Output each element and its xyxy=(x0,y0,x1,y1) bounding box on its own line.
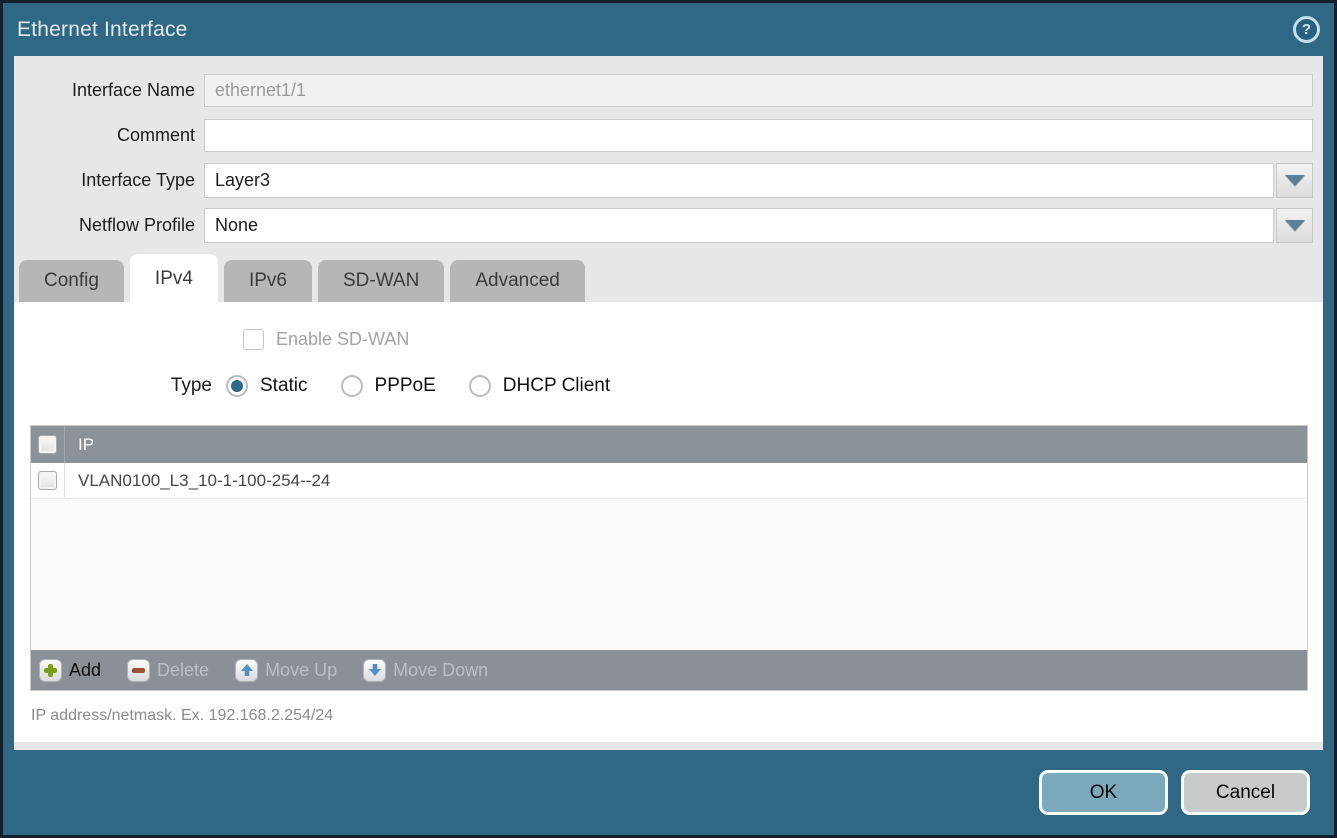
form-row-comment: Comment xyxy=(14,113,1323,158)
enable-sdwan-checkbox xyxy=(243,329,264,350)
type-row: Type Static PPPoE DHCP Client xyxy=(14,375,1323,397)
ip-column-header: IP xyxy=(65,435,94,455)
radio-static[interactable] xyxy=(226,375,248,397)
ip-table: IP VLAN0100_L3_10-1-100-254--24 Add xyxy=(30,425,1308,691)
add-button[interactable]: Add xyxy=(39,659,101,682)
ethernet-interface-dialog: Ethernet Interface ? Interface Name Comm… xyxy=(0,0,1337,838)
table-toolbar: Add Delete Move Up xyxy=(31,650,1307,690)
interface-name-label: Interface Name xyxy=(14,80,204,101)
comment-label: Comment xyxy=(14,125,204,146)
radio-option-dhcp-client[interactable]: DHCP Client xyxy=(469,375,610,397)
cancel-button[interactable]: Cancel xyxy=(1181,770,1310,815)
delete-button: Delete xyxy=(127,659,209,682)
panel-bottom-gap xyxy=(14,742,1323,750)
move-down-button-label: Move Down xyxy=(393,660,488,681)
radio-dhcp-client[interactable] xyxy=(469,375,491,397)
table-row[interactable]: VLAN0100_L3_10-1-100-254--24 xyxy=(31,463,1307,499)
interface-form: Interface Name Comment Interface Type La… xyxy=(14,56,1323,248)
radio-pppoe[interactable] xyxy=(341,375,363,397)
tab-sd-wan[interactable]: SD-WAN xyxy=(318,260,444,302)
interface-type-value[interactable]: Layer3 xyxy=(204,163,1274,198)
arrow-down-icon xyxy=(363,659,386,682)
ip-table-header: IP xyxy=(31,426,1307,463)
type-radio-group: Static PPPoE DHCP Client xyxy=(226,375,643,397)
interface-name-field xyxy=(204,74,1313,107)
ipv4-panel: Enable SD-WAN Type Static PPPoE DHCP C xyxy=(14,302,1323,742)
add-button-label: Add xyxy=(69,660,101,681)
move-down-button: Move Down xyxy=(363,659,488,682)
form-row-netflow-profile: Netflow Profile None xyxy=(14,203,1323,248)
dialog-title: Ethernet Interface xyxy=(17,18,188,42)
interface-type-label: Interface Type xyxy=(14,170,204,191)
delete-button-label: Delete xyxy=(157,660,209,681)
radio-dhcp-client-label: DHCP Client xyxy=(503,375,610,397)
radio-pppoe-label: PPPoE xyxy=(375,375,436,397)
enable-sdwan-label: Enable SD-WAN xyxy=(276,329,409,350)
tab-strip: Config IPv4 IPv6 SD-WAN Advanced xyxy=(14,254,1323,302)
ip-format-hint: IP address/netmask. Ex. 192.168.2.254/24 xyxy=(31,707,1323,725)
arrow-up-icon xyxy=(235,659,258,682)
tab-ipv4[interactable]: IPv4 xyxy=(130,254,218,302)
select-all-checkbox[interactable] xyxy=(38,435,57,454)
move-up-button: Move Up xyxy=(235,659,337,682)
netflow-profile-dropdown-button[interactable] xyxy=(1276,208,1313,243)
form-row-interface-name: Interface Name xyxy=(14,68,1323,113)
row-checkbox[interactable] xyxy=(38,471,57,490)
enable-sdwan-row: Enable SD-WAN xyxy=(243,329,1323,350)
netflow-profile-value[interactable]: None xyxy=(204,208,1274,243)
move-up-button-label: Move Up xyxy=(265,660,337,681)
plus-icon xyxy=(39,659,62,682)
chevron-down-icon xyxy=(1285,220,1305,231)
interface-type-dropdown-button[interactable] xyxy=(1276,163,1313,198)
radio-option-static[interactable]: Static xyxy=(226,375,308,397)
minus-icon xyxy=(127,659,150,682)
radio-static-label: Static xyxy=(260,375,308,397)
form-row-interface-type: Interface Type Layer3 xyxy=(14,158,1323,203)
dialog-footer: OK Cancel xyxy=(3,750,1334,835)
comment-field[interactable] xyxy=(204,119,1313,152)
table-empty-area xyxy=(31,499,1307,650)
netflow-profile-label: Netflow Profile xyxy=(14,215,204,236)
radio-option-pppoe[interactable]: PPPoE xyxy=(341,375,436,397)
tab-config[interactable]: Config xyxy=(19,260,124,302)
help-icon[interactable]: ? xyxy=(1293,16,1320,43)
chevron-down-icon xyxy=(1285,175,1305,186)
type-label: Type xyxy=(14,375,226,397)
ok-button[interactable]: OK xyxy=(1039,770,1168,815)
ip-row-value: VLAN0100_L3_10-1-100-254--24 xyxy=(65,471,330,491)
title-bar: Ethernet Interface ? xyxy=(3,3,1334,56)
dialog-content: Interface Name Comment Interface Type La… xyxy=(14,56,1323,750)
tab-advanced[interactable]: Advanced xyxy=(450,260,585,302)
tab-ipv6[interactable]: IPv6 xyxy=(224,260,312,302)
